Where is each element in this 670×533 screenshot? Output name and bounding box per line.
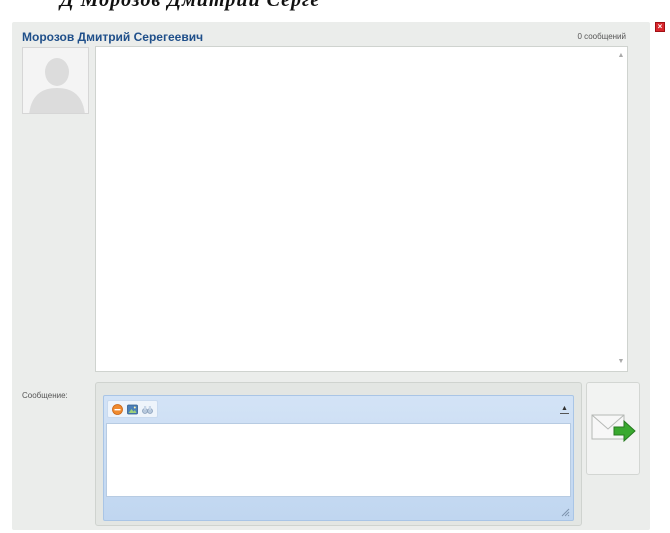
resize-grip-icon[interactable] (561, 508, 570, 517)
page-heading-cut: Д Морозов Дмитрий Серге (0, 0, 670, 12)
message-input[interactable] (106, 423, 571, 497)
message-composer: ▲ (95, 382, 582, 526)
chat-panel: Морозов Дмитрий Серегеевич 0 сообщений ▲… (12, 22, 650, 530)
contact-name[interactable]: Морозов Дмитрий Серегеевич (22, 30, 203, 44)
close-icon[interactable]: × (655, 22, 665, 32)
avatar (22, 47, 89, 114)
toolbar-group (107, 400, 158, 418)
editor-toolbar: ▲ (104, 396, 573, 422)
smiley-icon[interactable] (112, 403, 123, 415)
image-icon[interactable] (127, 404, 138, 415)
scroll-down-icon[interactable]: ▼ (618, 357, 625, 371)
chat-history[interactable]: ▲ ▼ (95, 46, 628, 372)
user-silhouette-icon (29, 58, 85, 113)
collapse-toolbar-icon[interactable]: ▲ (560, 404, 569, 414)
message-label: Сообщение: (22, 391, 68, 400)
send-button[interactable] (586, 382, 640, 475)
scroll-up-icon[interactable]: ▲ (618, 47, 625, 61)
binoculars-icon[interactable] (142, 404, 153, 415)
message-count: 0 сообщений (577, 32, 626, 41)
send-envelope-icon (591, 414, 636, 442)
page-heading-text: Д Морозов Дмитрий Серге (60, 0, 321, 11)
rich-text-editor: ▲ (103, 395, 574, 521)
history-scrollbar[interactable]: ▲ ▼ (615, 47, 627, 371)
